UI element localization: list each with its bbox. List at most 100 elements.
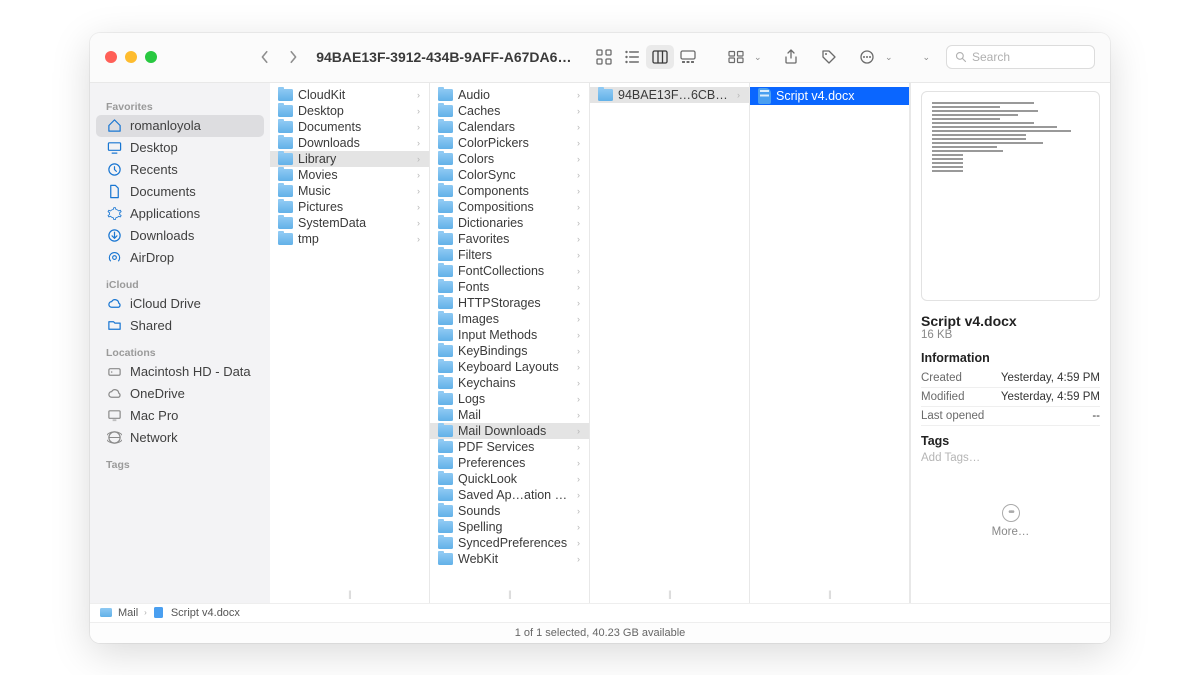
folder-row[interactable]: Components› (430, 183, 589, 199)
gallery-view-button[interactable] (674, 45, 702, 69)
chevron-right-icon: › (417, 122, 423, 132)
sidebar-item-documents[interactable]: Documents (96, 181, 264, 203)
sidebar-item-shared[interactable]: Shared (96, 315, 264, 337)
search-field[interactable]: Search (946, 45, 1095, 69)
column-resize-handle[interactable]: || (590, 589, 749, 599)
sidebar-section-header: Locations (90, 343, 270, 361)
more-actions-button[interactable]: •••More… (921, 504, 1100, 538)
folder-row[interactable]: Input Methods› (430, 327, 589, 343)
maximize-window-button[interactable] (145, 51, 157, 63)
folder-row[interactable]: Dictionaries› (430, 215, 589, 231)
folder-row[interactable]: Calendars› (430, 119, 589, 135)
folder-row[interactable]: HTTPStorages› (430, 295, 589, 311)
folder-row[interactable]: Saved Ap…ation State› (430, 487, 589, 503)
sidebar-item-airdrop[interactable]: AirDrop (96, 247, 264, 269)
add-tags-field[interactable]: Add Tags… (921, 452, 1100, 464)
share-button[interactable] (778, 45, 806, 69)
list-view-button[interactable] (618, 45, 646, 69)
close-window-button[interactable] (105, 51, 117, 63)
folder-row[interactable]: Logs› (430, 391, 589, 407)
folder-row[interactable]: SystemData› (270, 215, 429, 231)
sidebar-item-mac-pro[interactable]: Mac Pro (96, 405, 264, 427)
group-button[interactable] (722, 45, 750, 69)
folder-row[interactable]: FontCollections› (430, 263, 589, 279)
folder-row[interactable]: Favorites› (430, 231, 589, 247)
file-row[interactable]: Script v4.docx (750, 87, 909, 105)
folder-icon (438, 265, 453, 277)
item-label: Colors (458, 152, 572, 166)
cloud-icon (106, 386, 122, 402)
folder-row[interactable]: Fonts› (430, 279, 589, 295)
folder-row[interactable]: ColorPickers› (430, 135, 589, 151)
folder-row[interactable]: Library› (270, 151, 429, 167)
item-label: Logs (458, 392, 572, 406)
folder-row[interactable]: Movies› (270, 167, 429, 183)
folder-row[interactable]: KeyBindings› (430, 343, 589, 359)
path-segment[interactable]: Mail (118, 607, 138, 619)
folder-row[interactable]: Preferences› (430, 455, 589, 471)
folder-row[interactable]: Mail Downloads› (430, 423, 589, 439)
sidebar-item-label: AirDrop (130, 250, 174, 265)
path-bar[interactable]: Mail›Script v4.docx (90, 603, 1110, 623)
folder-row[interactable]: tmp› (270, 231, 429, 247)
preview-file-name: Script v4.docx (921, 313, 1100, 329)
sidebar-item-applications[interactable]: Applications (96, 203, 264, 225)
folder-icon (438, 377, 453, 389)
tags-button[interactable] (815, 45, 843, 69)
sidebar-item-downloads[interactable]: Downloads (96, 225, 264, 247)
folder-row[interactable]: Documents› (270, 119, 429, 135)
icon-view-button[interactable] (590, 45, 618, 69)
item-label: QuickLook (458, 472, 572, 486)
folder-row[interactable]: Music› (270, 183, 429, 199)
folder-row[interactable]: SyncedPreferences › (430, 535, 589, 551)
chevron-right-icon: › (577, 538, 583, 548)
folder-row[interactable]: Mail› (430, 407, 589, 423)
sidebar-item-onedrive[interactable]: OneDrive (96, 383, 264, 405)
folder-row[interactable]: CloudKit› (270, 87, 429, 103)
folder-row[interactable]: QuickLook› (430, 471, 589, 487)
preview-pane: Script v4.docx16 KBInformationCreatedYes… (910, 83, 1110, 603)
folder-icon (438, 457, 453, 469)
column-resize-handle[interactable]: || (430, 589, 589, 599)
folder-row[interactable]: Sounds› (430, 503, 589, 519)
folder-icon (438, 233, 453, 245)
forward-button[interactable] (284, 50, 302, 64)
column-resize-handle[interactable]: || (270, 589, 429, 599)
action-button[interactable] (853, 45, 881, 69)
folder-row[interactable]: Images› (430, 311, 589, 327)
folder-row[interactable]: Desktop› (270, 103, 429, 119)
sidebar-item-recents[interactable]: Recents (96, 159, 264, 181)
folder-row[interactable]: Colors› (430, 151, 589, 167)
preview-thumbnail[interactable] (921, 91, 1100, 301)
folder-icon (438, 105, 453, 117)
folder-row[interactable]: ColorSync› (430, 167, 589, 183)
folder-row[interactable]: WebKit› (430, 551, 589, 567)
folder-row[interactable]: Pictures› (270, 199, 429, 215)
folder-row[interactable]: Keychains› (430, 375, 589, 391)
back-button[interactable] (256, 50, 274, 64)
item-label: SyncedPreferences (458, 536, 572, 550)
folder-row[interactable]: Audio› (430, 87, 589, 103)
folder-row[interactable]: Filters› (430, 247, 589, 263)
chevron-right-icon: › (417, 154, 423, 164)
folder-row[interactable]: Downloads› (270, 135, 429, 151)
folder-row[interactable]: Compositions› (430, 199, 589, 215)
sidebar-item-macintosh-hd---data[interactable]: Macintosh HD - Data (96, 361, 264, 383)
folder-row[interactable]: 94BAE13F…6CB75D2› (590, 87, 749, 103)
folder-icon (438, 361, 453, 373)
path-segment[interactable]: Script v4.docx (171, 607, 240, 619)
sidebar-item-network[interactable]: Network (96, 427, 264, 449)
sidebar-item-desktop[interactable]: Desktop (96, 137, 264, 159)
sidebar-item-icloud-drive[interactable]: iCloud Drive (96, 293, 264, 315)
folder-row[interactable]: PDF Services› (430, 439, 589, 455)
folder-row[interactable]: Caches› (430, 103, 589, 119)
sidebar-item-romanloyola[interactable]: romanloyola (96, 115, 264, 137)
folder-icon (438, 425, 453, 437)
minimize-window-button[interactable] (125, 51, 137, 63)
folder-row[interactable]: Spelling› (430, 519, 589, 535)
column-resize-handle[interactable]: || (750, 589, 909, 599)
chevron-down-icon[interactable]: ⌄ (922, 52, 930, 63)
column-view-button[interactable] (646, 45, 674, 69)
folder-row[interactable]: Keyboard Layouts› (430, 359, 589, 375)
item-label: Input Methods (458, 328, 572, 342)
